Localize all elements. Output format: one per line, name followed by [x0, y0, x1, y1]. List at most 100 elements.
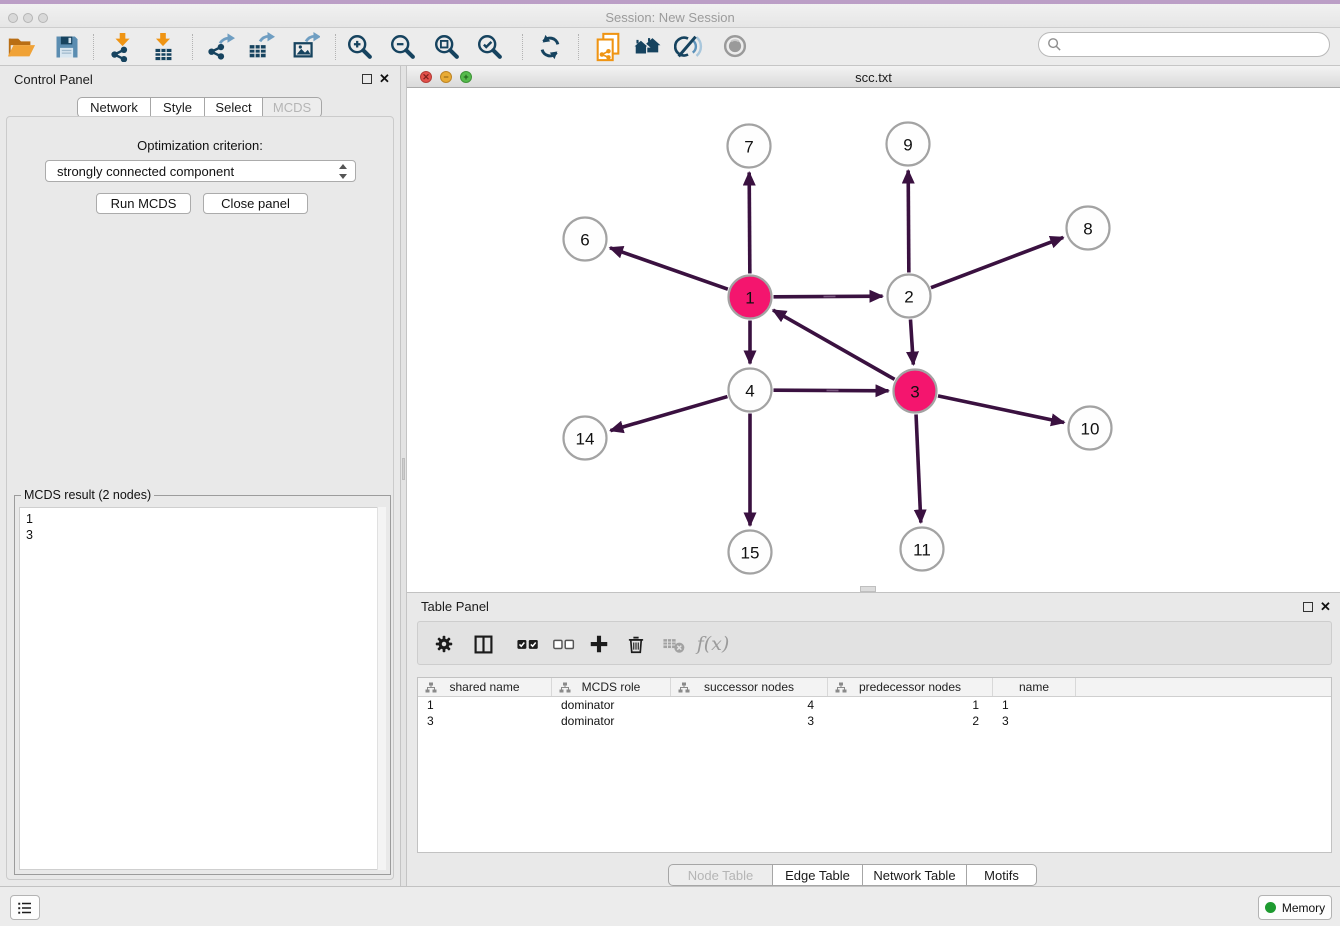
- add-column-icon[interactable]: [583, 628, 615, 660]
- criterion-dropdown[interactable]: strongly connected component: [45, 160, 356, 182]
- tab-select[interactable]: Select: [205, 97, 263, 118]
- table-tab-motifs[interactable]: Motifs: [967, 864, 1037, 886]
- toolbar-divider: [522, 34, 523, 60]
- control-panel-tabs: NetworkStyleSelectMCDS: [77, 97, 322, 118]
- window-titlebar: Session: New Session: [0, 0, 1340, 28]
- edge-3-10[interactable]: [938, 396, 1064, 423]
- network-overview-button[interactable]: [10, 895, 40, 920]
- table-row[interactable]: 1dominator411: [418, 697, 1331, 713]
- table-cell[interactable]: 3: [993, 713, 1076, 729]
- hide-graphics-details-icon[interactable]: [672, 30, 706, 64]
- gear-icon[interactable]: [428, 628, 460, 660]
- table-cell[interactable]: 2: [828, 713, 993, 729]
- export-image-icon[interactable]: [288, 30, 322, 64]
- table-cell[interactable]: dominator: [552, 697, 671, 713]
- node-table-rows: 1dominator4113dominator323: [418, 697, 1331, 729]
- run-mcds-button[interactable]: Run MCDS: [96, 193, 191, 214]
- node-label-1: 1: [745, 289, 754, 308]
- memory-button[interactable]: Memory: [1258, 895, 1332, 920]
- toolbar-divider: [335, 34, 336, 60]
- toolbar-divider: [93, 34, 94, 60]
- node-label-14: 14: [576, 430, 595, 449]
- node-label-7: 7: [744, 138, 753, 157]
- table-cell[interactable]: 4: [671, 697, 828, 713]
- close-panel-icon[interactable]: ✕: [1320, 599, 1331, 615]
- table-cell[interactable]: 1: [993, 697, 1076, 713]
- zoom-in-icon[interactable]: [343, 30, 377, 64]
- column-header-successor-nodes[interactable]: successor nodes: [671, 678, 828, 696]
- close-panel-button[interactable]: Close panel: [203, 193, 308, 214]
- control-panel-header: Control Panel ✕: [0, 66, 400, 92]
- status-bar: Memory: [0, 886, 1340, 926]
- table-tab-node-table[interactable]: Node Table: [668, 864, 773, 886]
- tab-mcds[interactable]: MCDS: [263, 97, 322, 118]
- open-folder-icon[interactable]: [4, 30, 38, 64]
- node-label-15: 15: [741, 544, 760, 563]
- export-network-icon[interactable]: [203, 30, 237, 64]
- column-header-mcds-role[interactable]: MCDS role: [552, 678, 671, 696]
- column-header-shared-name[interactable]: shared name: [418, 678, 552, 696]
- save-icon[interactable]: [50, 30, 84, 64]
- window-title: Session: New Session: [0, 10, 1340, 25]
- function-builder-icon[interactable]: f(x): [697, 628, 729, 660]
- result-scrollbar[interactable]: [377, 507, 386, 870]
- delete-table-icon[interactable]: [658, 628, 690, 660]
- float-panel-icon[interactable]: [1303, 602, 1313, 612]
- optimization-criterion-label: Optimization criterion:: [7, 138, 393, 153]
- zoom-selected-icon[interactable]: [473, 30, 507, 64]
- network-graph[interactable]: 7968124314101511: [407, 88, 1340, 592]
- search-icon: [1047, 37, 1062, 52]
- select-all-icon[interactable]: [512, 628, 544, 660]
- splitter-grip[interactable]: [402, 458, 405, 480]
- node-label-9: 9: [903, 136, 912, 155]
- edge-3-11[interactable]: [916, 414, 921, 522]
- import-network-icon[interactable]: [106, 30, 140, 64]
- table-toolbar: f(x): [417, 621, 1332, 665]
- table-cell[interactable]: 1: [418, 697, 552, 713]
- control-panel-title: Control Panel: [14, 72, 93, 87]
- table-tab-network-table[interactable]: Network Table: [863, 864, 967, 886]
- tab-network[interactable]: Network: [77, 97, 151, 118]
- list-icon: [16, 899, 34, 917]
- zoom-out-icon[interactable]: [386, 30, 420, 64]
- table-cell[interactable]: 3: [671, 713, 828, 729]
- tab-style[interactable]: Style: [151, 97, 205, 118]
- mcds-result-text[interactable]: 13: [19, 507, 386, 870]
- columns-icon[interactable]: [467, 628, 499, 660]
- edge-2-9[interactable]: [908, 170, 909, 272]
- import-table-icon[interactable]: [146, 30, 180, 64]
- edge-1-7[interactable]: [749, 172, 750, 273]
- trash-icon[interactable]: [620, 628, 652, 660]
- show-graphics-details-icon[interactable]: [718, 30, 752, 64]
- table-tab-edge-table[interactable]: Edge Table: [773, 864, 863, 886]
- edge-4-14[interactable]: [610, 397, 727, 431]
- edge-3-1[interactable]: [773, 310, 895, 379]
- tree-icon: [559, 682, 571, 694]
- chevron-up-down-icon: [337, 163, 349, 179]
- export-table-icon[interactable]: [243, 30, 277, 64]
- edge-1-6[interactable]: [610, 248, 728, 289]
- table-cell[interactable]: dominator: [552, 713, 671, 729]
- table-cell[interactable]: 1: [828, 697, 993, 713]
- column-header-predecessor-nodes[interactable]: predecessor nodes: [828, 678, 993, 696]
- node-label-6: 6: [580, 231, 589, 250]
- edge-2-3[interactable]: [910, 319, 913, 364]
- table-header-row: shared name MCDS role successor nodes pr…: [418, 678, 1331, 697]
- network-canvas[interactable]: 7968124314101511: [407, 88, 1340, 592]
- vertical-splitter[interactable]: [400, 66, 407, 886]
- fit-content-icon[interactable]: [430, 30, 464, 64]
- new-network-from-selection-icon[interactable]: [591, 30, 625, 64]
- node-label-10: 10: [1081, 420, 1100, 439]
- first-neighbors-icon[interactable]: [631, 30, 665, 64]
- column-header-name[interactable]: name: [993, 678, 1076, 696]
- refresh-icon[interactable]: [533, 30, 567, 64]
- edge-2-8[interactable]: [931, 237, 1063, 287]
- float-panel-icon[interactable]: [362, 74, 372, 84]
- unselect-all-icon[interactable]: [548, 628, 580, 660]
- node-table[interactable]: shared name MCDS role successor nodes pr…: [417, 677, 1332, 853]
- search-input[interactable]: [1038, 32, 1330, 57]
- table-row[interactable]: 3dominator323: [418, 713, 1331, 729]
- control-panel: Control Panel ✕ NetworkStyleSelectMCDS O…: [0, 66, 400, 886]
- table-cell[interactable]: 3: [418, 713, 552, 729]
- close-panel-icon[interactable]: ✕: [379, 71, 390, 87]
